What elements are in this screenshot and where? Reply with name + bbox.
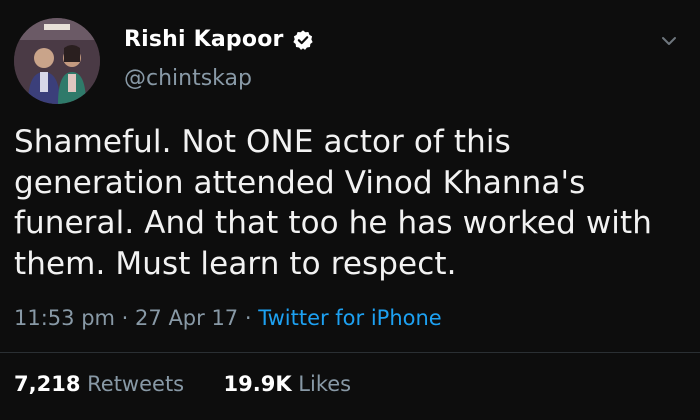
tweet-stats: 7,218 Retweets 19.9K Likes (14, 372, 351, 396)
meta-separator: · (121, 306, 129, 330)
author-name-row[interactable]: Rishi Kapoor (124, 27, 314, 52)
chevron-down-icon[interactable] (660, 32, 678, 50)
likes-count: 19.9K (223, 372, 292, 396)
retweets-count: 7,218 (14, 372, 81, 396)
tweet-source-link[interactable]: Twitter for iPhone (258, 306, 442, 330)
author-handle[interactable]: @chintskap (124, 66, 252, 91)
meta-separator: · (244, 306, 252, 330)
avatar[interactable] (14, 18, 100, 104)
verified-badge-icon (292, 29, 313, 50)
tweet-time[interactable]: 11:53 pm (14, 306, 115, 330)
divider (0, 352, 700, 353)
likes-stat[interactable]: 19.9K Likes (224, 372, 352, 396)
retweets-stat[interactable]: 7,218 Retweets (14, 372, 191, 396)
retweets-label: Retweets (87, 372, 185, 396)
tweet-meta: 11:53 pm · 27 Apr 17 · Twitter for iPhon… (14, 306, 442, 330)
profile-photo-icon (14, 18, 100, 104)
tweet-date[interactable]: 27 Apr 17 (135, 306, 238, 330)
tweet-text: Shameful. Not ONE actor of this generati… (14, 124, 652, 282)
likes-label: Likes (298, 372, 352, 396)
tweet-card: Rishi Kapoor @chintskap Shameful. Not ON… (0, 0, 700, 420)
author-display-name[interactable]: Rishi Kapoor (124, 27, 284, 52)
